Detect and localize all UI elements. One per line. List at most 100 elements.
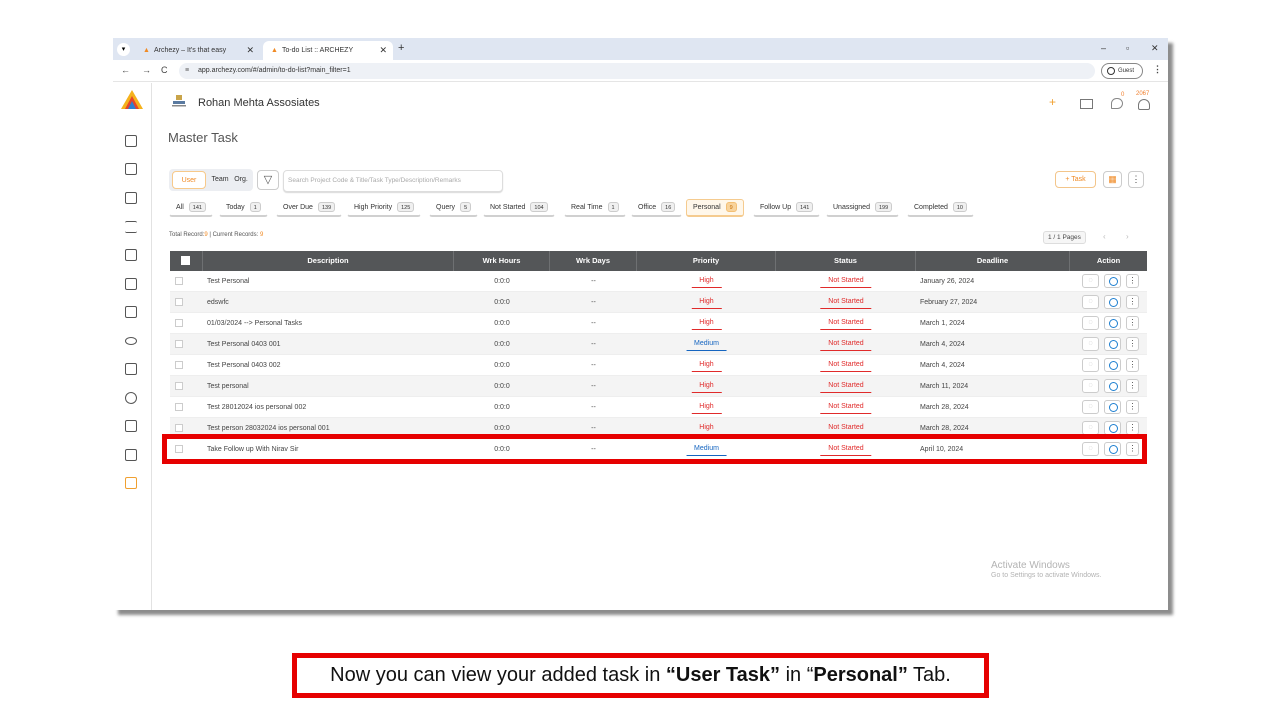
tab-search-icon[interactable]: ▾ [117,43,130,56]
filter-tab-not-started[interactable]: Not Started 104 [483,199,555,217]
tab-archezy[interactable]: ▲ Archezy – It's that easy ✕ [135,41,260,60]
grid-view-icon[interactable]: ▦ [1103,171,1122,188]
timer-button[interactable] [1104,316,1121,330]
filter-tab-over-due[interactable]: Over Due 139 [276,199,343,217]
filter-icon[interactable]: ▽ [257,170,279,190]
network-icon[interactable] [125,449,137,461]
row-checkbox[interactable] [175,298,183,306]
table-row[interactable]: Take Follow up With Nirav Sir 0:0:0 -- Medi… [170,439,1147,460]
row-more-icon[interactable]: ⋮ [1126,379,1139,393]
task-description[interactable]: Take Follow up With Nirav Sir [207,439,452,460]
comment-icon[interactable]: ◌ [1082,379,1099,393]
row-checkbox[interactable] [175,403,183,411]
row-more-icon[interactable]: ⋮ [1126,400,1139,414]
report-icon[interactable] [125,163,137,175]
col-priority[interactable]: Priority [637,251,776,271]
row-more-icon[interactable]: ⋮ [1126,316,1139,330]
mail-icon[interactable] [1080,99,1093,109]
chat-icon[interactable] [1111,98,1123,109]
row-more-icon[interactable]: ⋮ [1126,358,1139,372]
minimize-button[interactable]: – [1101,43,1106,53]
row-checkbox[interactable] [175,382,183,390]
comment-icon[interactable]: ◌ [1082,421,1099,435]
col-status[interactable]: Status [776,251,916,271]
task-description[interactable]: Test 28012024 ios personal 002 [207,397,452,418]
select-all-checkbox[interactable] [181,256,190,265]
reload-icon[interactable]: C [161,65,168,75]
segment-user[interactable]: User [172,171,206,189]
filter-tab-personal[interactable]: Personal 9 [686,199,744,217]
forward-icon[interactable]: → [142,65,151,75]
filter-tab-unassigned[interactable]: Unassigned 199 [826,199,900,217]
timer-button[interactable] [1104,442,1121,456]
list-icon[interactable] [125,221,137,233]
row-checkbox[interactable] [175,424,183,432]
col-wrk-hours[interactable]: Wrk Hours [454,251,550,271]
close-tab-icon[interactable]: ✕ [379,45,387,56]
url-field[interactable]: ≡ app.archezy.com/#/admin/to-do-list?mai… [179,63,1095,79]
filter-tab-high-priority[interactable]: High Priority 125 [347,199,422,217]
task-description[interactable]: Test Personal [207,271,452,292]
table-row[interactable]: Test Personal 0403 002 0:0:0 -- High Not Sta… [170,355,1147,376]
tab-todo-list[interactable]: ▲ To-do List :: ARCHEZY ✕ [263,41,393,60]
row-checkbox[interactable] [175,361,183,369]
comment-icon[interactable]: ◌ [1082,442,1099,456]
col-description[interactable]: Description [203,251,454,271]
quick-add-icon[interactable]: + [1049,95,1056,109]
filter-tab-office[interactable]: Office 16 [631,199,683,217]
table-row[interactable]: edswfc 0:0:0 -- High Not Started February 27,… [170,292,1147,313]
next-page-icon[interactable]: › [1126,232,1129,241]
site-info-icon[interactable]: ≡ [185,63,189,79]
back-icon[interactable]: ← [121,65,130,75]
table-row[interactable]: Test Personal 0403 001 0:0:0 -- Medium Not S… [170,334,1147,355]
search-input[interactable]: Search Project Code & Title/Task Type/De… [283,170,503,192]
row-more-icon[interactable]: ⋮ [1126,295,1139,309]
row-checkbox[interactable] [175,319,183,327]
filter-tab-today[interactable]: Today 1 [219,199,268,217]
edit-icon[interactable] [125,249,137,261]
comment-icon[interactable]: ◌ [1082,337,1099,351]
row-more-icon[interactable]: ⋮ [1126,421,1139,435]
prev-page-icon[interactable]: ‹ [1103,232,1106,241]
comment-icon[interactable]: ◌ [1082,316,1099,330]
filter-tab-real-time[interactable]: Real Time 1 [564,199,626,217]
task-icon[interactable] [125,278,137,290]
table-row[interactable]: Test person 28032024 ios personal 001 0:0… [170,418,1147,439]
document-icon[interactable] [125,420,137,432]
users-icon[interactable] [125,477,137,489]
timer-button[interactable] [1104,400,1121,414]
add-task-button[interactable]: + Task [1055,171,1096,188]
row-checkbox[interactable] [175,277,183,285]
shield-icon[interactable] [125,392,137,404]
close-tab-icon[interactable]: ✕ [246,45,254,56]
row-more-icon[interactable]: ⋮ [1126,274,1139,288]
profile-button[interactable]: Guest [1101,63,1143,79]
browser-menu-icon[interactable]: ⋮ [1153,64,1162,75]
comment-icon[interactable]: ◌ [1082,295,1099,309]
table-row[interactable]: Test 28012024 ios personal 002 0:0:0 -- Hig… [170,397,1147,418]
filter-tab-all[interactable]: All 141 [169,199,213,217]
timer-button[interactable] [1104,295,1121,309]
col-deadline[interactable]: Deadline [916,251,1070,271]
row-checkbox[interactable] [175,445,183,453]
comment-icon[interactable]: ◌ [1082,274,1099,288]
segment-org[interactable]: Org. [232,171,250,189]
timer-button[interactable] [1104,421,1121,435]
timer-button[interactable] [1104,274,1121,288]
segment-team[interactable]: Team [210,171,230,189]
row-more-icon[interactable]: ⋮ [1126,337,1139,351]
table-row[interactable]: 01/03/2024 --> Personal Tasks 0:0:0 -- High… [170,313,1147,334]
clipboard-icon[interactable] [125,192,137,204]
box-icon[interactable] [125,337,137,345]
archezy-logo[interactable] [120,89,144,113]
more-options-icon[interactable]: ⋮ [1128,171,1144,188]
timer-button[interactable] [1104,337,1121,351]
task-description[interactable]: Test person 28032024 ios personal 001 [207,418,452,439]
folder-icon[interactable] [125,363,137,375]
task-description[interactable]: edswfc [207,292,452,313]
filter-tab-completed[interactable]: Completed 10 [907,199,974,217]
row-more-icon[interactable]: ⋮ [1126,442,1139,456]
task-description[interactable]: Test Personal 0403 002 [207,355,452,376]
task-description[interactable]: Test Personal 0403 001 [207,334,452,355]
maximize-button[interactable]: ▫ [1126,43,1129,53]
